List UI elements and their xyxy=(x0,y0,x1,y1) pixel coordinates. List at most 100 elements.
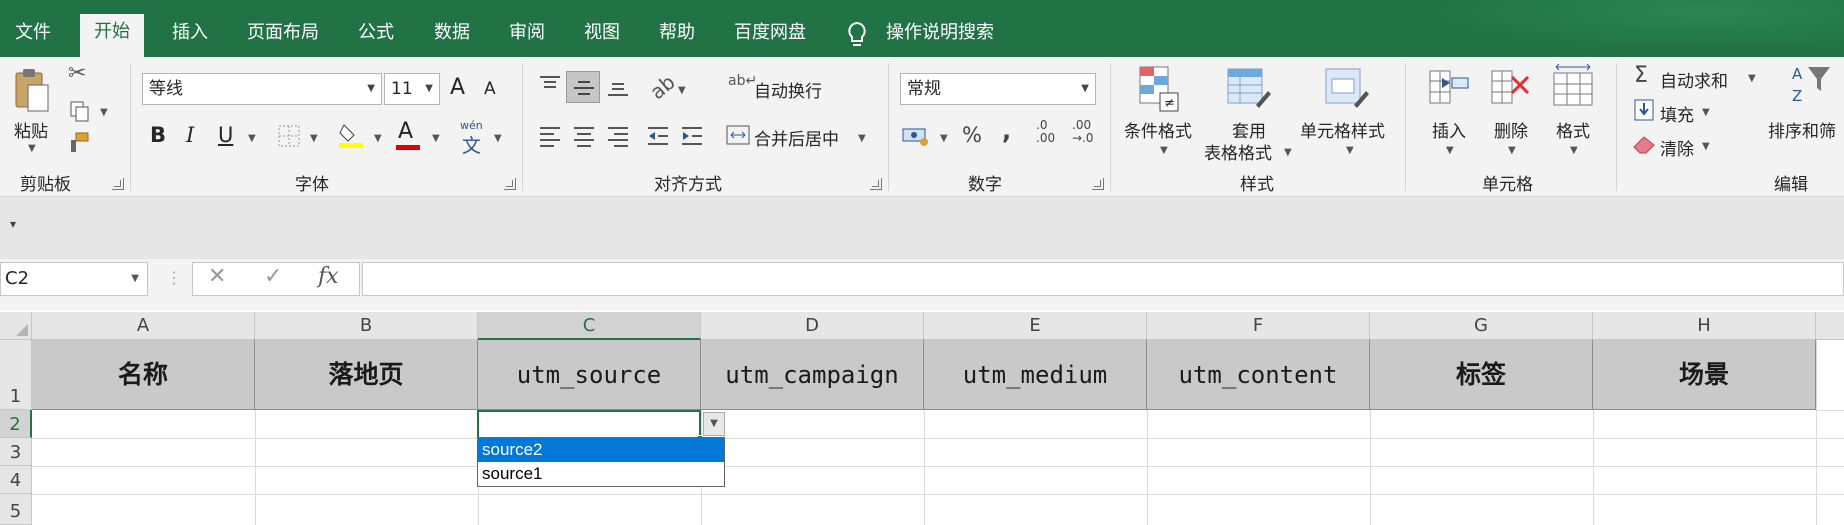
tab-file[interactable]: 文件 xyxy=(5,15,61,57)
cell-styles-button[interactable]: 单元格样式 xyxy=(1300,117,1385,142)
merge-dropdown-icon[interactable]: ▼ xyxy=(858,133,866,144)
validation-dropdown-button[interactable]: ▼ xyxy=(703,412,725,436)
sort-filter-button[interactable]: 排序和筛 xyxy=(1768,117,1836,142)
copy-icon[interactable] xyxy=(70,101,90,123)
comma-style-button[interactable]: , xyxy=(1002,117,1011,145)
align-right-icon[interactable] xyxy=(606,125,630,147)
grow-font-button[interactable]: A xyxy=(450,75,465,100)
conditional-dropdown-icon[interactable]: ▼ xyxy=(1160,145,1168,156)
cell-f1[interactable]: utm_content xyxy=(1147,340,1370,410)
accounting-format-icon[interactable] xyxy=(902,125,930,147)
fill-button[interactable]: 填充 xyxy=(1660,101,1694,126)
copy-dropdown-icon[interactable]: ▼ xyxy=(100,107,108,118)
conditional-formatting-icon[interactable]: ≠ xyxy=(1138,65,1180,113)
format-as-table-icon[interactable] xyxy=(1226,65,1272,113)
border-dropdown-icon[interactable]: ▼ xyxy=(310,133,318,144)
format-as-table-dropdown-icon[interactable]: ▼ xyxy=(1284,147,1292,158)
decrease-indent-icon[interactable] xyxy=(646,125,670,147)
cell-g1[interactable]: 标签 xyxy=(1370,340,1593,410)
orientation-icon[interactable]: ab xyxy=(645,70,680,104)
delete-cells-button[interactable]: 删除 xyxy=(1494,117,1528,142)
row-header-2[interactable]: 2 xyxy=(0,410,32,438)
autosum-icon[interactable]: Σ xyxy=(1634,63,1648,88)
more-options-icon[interactable]: ⋮ xyxy=(166,268,182,287)
underline-button[interactable]: U xyxy=(218,123,233,147)
tab-help[interactable]: 帮助 xyxy=(649,15,705,57)
column-header-g[interactable]: G xyxy=(1370,312,1593,340)
enter-icon[interactable]: ✓ xyxy=(264,264,282,289)
tab-review[interactable]: 审阅 xyxy=(499,15,555,57)
delete-dropdown-icon[interactable]: ▼ xyxy=(1508,145,1516,156)
bold-button[interactable]: B xyxy=(150,123,166,147)
merge-center-button[interactable]: 合并后居中 xyxy=(754,125,839,150)
tab-insert[interactable]: 插入 xyxy=(162,15,218,57)
insert-function-button[interactable]: fx xyxy=(318,264,339,289)
accounting-dropdown-icon[interactable]: ▼ xyxy=(940,133,948,144)
row-header-4[interactable]: 4 xyxy=(0,466,32,494)
tab-formulas[interactable]: 公式 xyxy=(348,15,404,57)
wrap-text-icon[interactable]: ab↵ xyxy=(728,73,757,89)
format-cells-icon[interactable] xyxy=(1552,63,1594,109)
increase-indent-icon[interactable] xyxy=(680,125,704,147)
active-cell-c2[interactable] xyxy=(477,410,703,441)
align-left-icon[interactable] xyxy=(538,125,562,147)
font-color-icon[interactable]: A xyxy=(398,119,413,144)
cell-e1[interactable]: utm_medium xyxy=(924,340,1147,410)
cell-d1[interactable]: utm_campaign xyxy=(701,340,924,410)
column-header-f[interactable]: F xyxy=(1147,312,1370,340)
clear-dropdown-icon[interactable]: ▼ xyxy=(1702,141,1710,152)
phonetic-dropdown-icon[interactable]: ▼ xyxy=(494,133,502,144)
font-size-select[interactable]: 11 ▼ xyxy=(384,73,440,105)
clipboard-launcher-icon[interactable] xyxy=(112,178,124,190)
cell-styles-icon[interactable] xyxy=(1324,65,1370,113)
font-name-select[interactable]: 等线 ▼ xyxy=(142,73,382,105)
align-top-icon[interactable] xyxy=(538,75,562,95)
insert-dropdown-icon[interactable]: ▼ xyxy=(1446,145,1454,156)
paste-dropdown-icon[interactable]: ▼ xyxy=(28,143,36,154)
cell-a1[interactable]: 名称 xyxy=(32,340,255,410)
column-header-h[interactable]: H xyxy=(1593,312,1816,340)
autosum-dropdown-icon[interactable]: ▼ xyxy=(1748,73,1756,84)
cut-icon[interactable]: ✂ xyxy=(68,61,86,86)
autosum-button[interactable]: 自动求和 xyxy=(1660,67,1728,92)
formula-input[interactable] xyxy=(362,262,1844,296)
alignment-launcher-icon[interactable] xyxy=(870,178,882,190)
format-painter-icon[interactable] xyxy=(68,131,90,153)
column-header-e[interactable]: E xyxy=(924,312,1147,340)
tab-page-layout[interactable]: 页面布局 xyxy=(237,15,329,57)
cancel-icon[interactable]: ✕ xyxy=(208,264,226,289)
column-header-d[interactable]: D xyxy=(701,312,924,340)
align-center-icon[interactable] xyxy=(572,125,596,147)
underline-dropdown-icon[interactable]: ▼ xyxy=(248,133,256,144)
fill-dropdown-icon[interactable]: ▼ xyxy=(1702,107,1710,118)
column-header-next[interactable] xyxy=(1816,312,1844,340)
dropdown-option-source1[interactable]: source1 xyxy=(478,462,724,486)
column-header-a[interactable]: A xyxy=(32,312,255,340)
insert-cells-button[interactable]: 插入 xyxy=(1432,117,1466,142)
decrease-decimal-button[interactable]: .00 →.0 xyxy=(1072,119,1094,145)
cell-h1[interactable]: 场景 xyxy=(1593,340,1816,410)
number-launcher-icon[interactable] xyxy=(1092,178,1104,190)
wrap-text-button[interactable]: 自动换行 xyxy=(754,77,822,102)
percent-button[interactable]: % xyxy=(962,123,982,147)
align-bottom-icon[interactable] xyxy=(606,75,630,97)
align-middle-button[interactable] xyxy=(566,71,600,103)
format-cells-button[interactable]: 格式 xyxy=(1556,117,1590,142)
font-color-dropdown-icon[interactable]: ▼ xyxy=(432,133,440,144)
paste-label[interactable]: 粘贴 xyxy=(14,117,48,142)
number-format-select[interactable]: 常规 ▼ xyxy=(900,73,1096,105)
tell-me-search[interactable]: 操作说明搜索 xyxy=(876,15,1004,57)
delete-cells-icon[interactable] xyxy=(1490,65,1532,109)
row-header-1[interactable]: 1 xyxy=(0,340,32,410)
tab-baidu-netdisk[interactable]: 百度网盘 xyxy=(724,15,816,57)
phonetic-guide-icon[interactable]: 文 xyxy=(462,131,481,158)
row-header-3[interactable]: 3 xyxy=(0,438,32,466)
customize-toolbar-icon[interactable]: ▾ xyxy=(10,217,16,231)
sort-filter-icon[interactable]: AZ xyxy=(1790,63,1832,107)
fill-color-icon[interactable] xyxy=(338,121,364,149)
eraser-icon[interactable] xyxy=(1632,133,1656,155)
fill-color-dropdown-icon[interactable]: ▼ xyxy=(374,133,382,144)
font-launcher-icon[interactable] xyxy=(504,178,516,190)
conditional-formatting-button[interactable]: 条件格式 xyxy=(1124,117,1192,142)
column-header-b[interactable]: B xyxy=(255,312,478,340)
